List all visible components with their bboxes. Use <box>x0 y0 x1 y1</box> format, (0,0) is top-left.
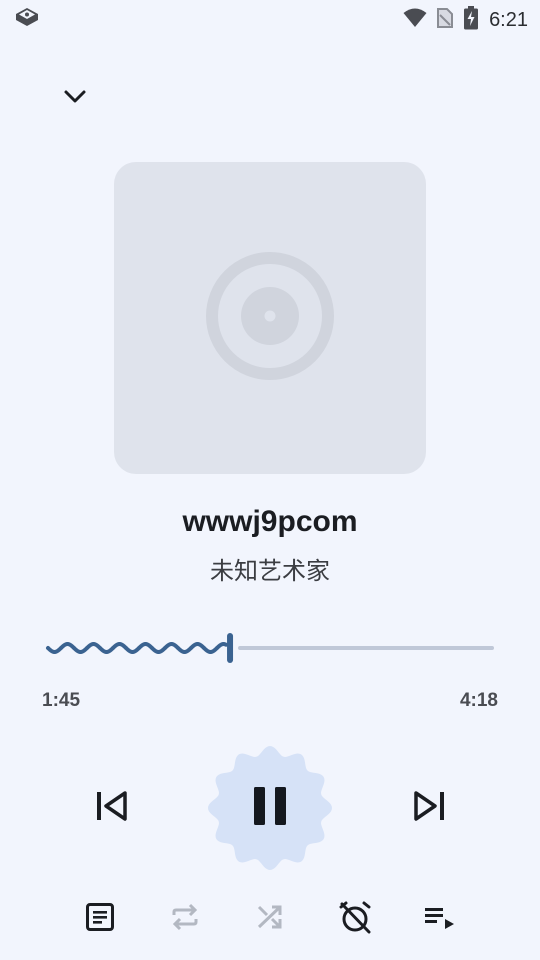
current-time: 1:45 <box>42 690 81 711</box>
status-time: 6:21 <box>489 9 528 31</box>
song-title: wwwj9pcom <box>182 505 358 538</box>
chevron-down-icon <box>63 89 87 110</box>
play-pause-button[interactable] <box>204 742 336 874</box>
album-art <box>114 162 426 474</box>
repeat-button[interactable] <box>163 897 207 941</box>
disc-placeholder-icon <box>205 251 335 386</box>
shuffle-icon <box>255 902 285 937</box>
shuffle-button[interactable] <box>248 897 292 941</box>
battery-charging-icon <box>463 6 479 35</box>
skip-previous-icon <box>94 789 130 828</box>
queue-button[interactable] <box>418 897 462 941</box>
wifi-icon <box>403 7 427 34</box>
skip-next-icon <box>411 789 447 828</box>
notification-app-icon <box>14 6 40 33</box>
sleep-timer-button[interactable] <box>333 897 377 941</box>
alarm-off-icon <box>338 900 372 939</box>
next-button[interactable] <box>405 786 453 830</box>
lyrics-icon <box>85 902 115 937</box>
pause-icon <box>252 786 288 831</box>
seek-track-played <box>46 642 228 654</box>
collapse-button[interactable] <box>58 82 92 116</box>
repeat-icon <box>170 902 200 937</box>
seek-bar[interactable] <box>44 630 496 666</box>
seek-thumb <box>227 633 234 663</box>
queue-music-icon <box>423 902 457 937</box>
no-sim-icon <box>435 7 455 34</box>
status-bar: 6:21 <box>0 0 540 36</box>
lyrics-button[interactable] <box>78 897 122 941</box>
song-artist: 未知艺术家 <box>210 557 330 585</box>
previous-button[interactable] <box>88 786 136 830</box>
total-time: 4:18 <box>459 690 498 711</box>
